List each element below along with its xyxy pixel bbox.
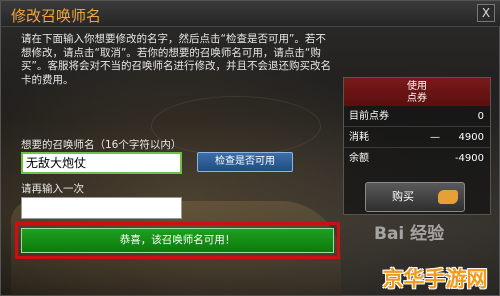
desired-name-input[interactable]: 无敌大炮仗 — [21, 152, 182, 174]
buy-button-label: 购买 — [392, 190, 414, 203]
close-button[interactable]: X — [477, 4, 495, 22]
points-panel-header: 使用 点券 — [344, 78, 490, 106]
rename-dialog: 修改召唤师名 X 请在下面输入你想要修改的名字，然后点击“检查是否可用”。若不想… — [0, 0, 500, 296]
confirm-name-input[interactable] — [21, 197, 182, 219]
desired-name-label: 想要的召唤师名（16个字符以内） — [21, 139, 182, 151]
points-header-line1: 使用 — [407, 81, 427, 92]
check-availability-button[interactable]: 检查是否可用 — [197, 152, 293, 172]
hand-icon — [438, 190, 458, 204]
points-panel: 使用 点券 目前点券 0 消耗 — 4900 余额 -4900 购买 — [343, 77, 491, 215]
title-bar: 修改召唤师名 X — [1, 1, 500, 27]
cost-label: 消耗 — [349, 132, 369, 143]
cost-row: 消耗 — 4900 — [344, 127, 490, 148]
current-points-row: 目前点券 0 — [344, 106, 490, 127]
points-header-line2: 点券 — [407, 93, 427, 104]
baidu-watermark: Bai 经验 — [374, 224, 445, 244]
current-points-label: 目前点券 — [349, 111, 389, 122]
balance-value: -4900 — [454, 153, 484, 164]
balance-label: 余额 — [349, 153, 369, 164]
cost-value: 4900 — [458, 132, 484, 143]
instructions-text: 请在下面输入你想要修改的名字，然后点击“检查是否可用”。若不想修改，请点击“取消… — [21, 33, 331, 86]
balance-row: 余额 -4900 — [344, 148, 490, 169]
current-points-value: 0 — [477, 111, 484, 122]
dialog-title: 修改召唤师名 — [11, 7, 102, 25]
close-icon: X — [481, 6, 491, 20]
availability-status-message: 恭喜，该召唤师名可用！ — [21, 228, 334, 253]
buy-button[interactable]: 购买 — [365, 182, 465, 212]
cost-dash: — — [430, 132, 440, 143]
site-watermark: 京华手游网 — [382, 267, 488, 291]
status-highlight-frame: 恭喜，该召唤师名可用！ — [15, 222, 340, 259]
confirm-name-label: 请再输入一次 — [21, 183, 84, 195]
